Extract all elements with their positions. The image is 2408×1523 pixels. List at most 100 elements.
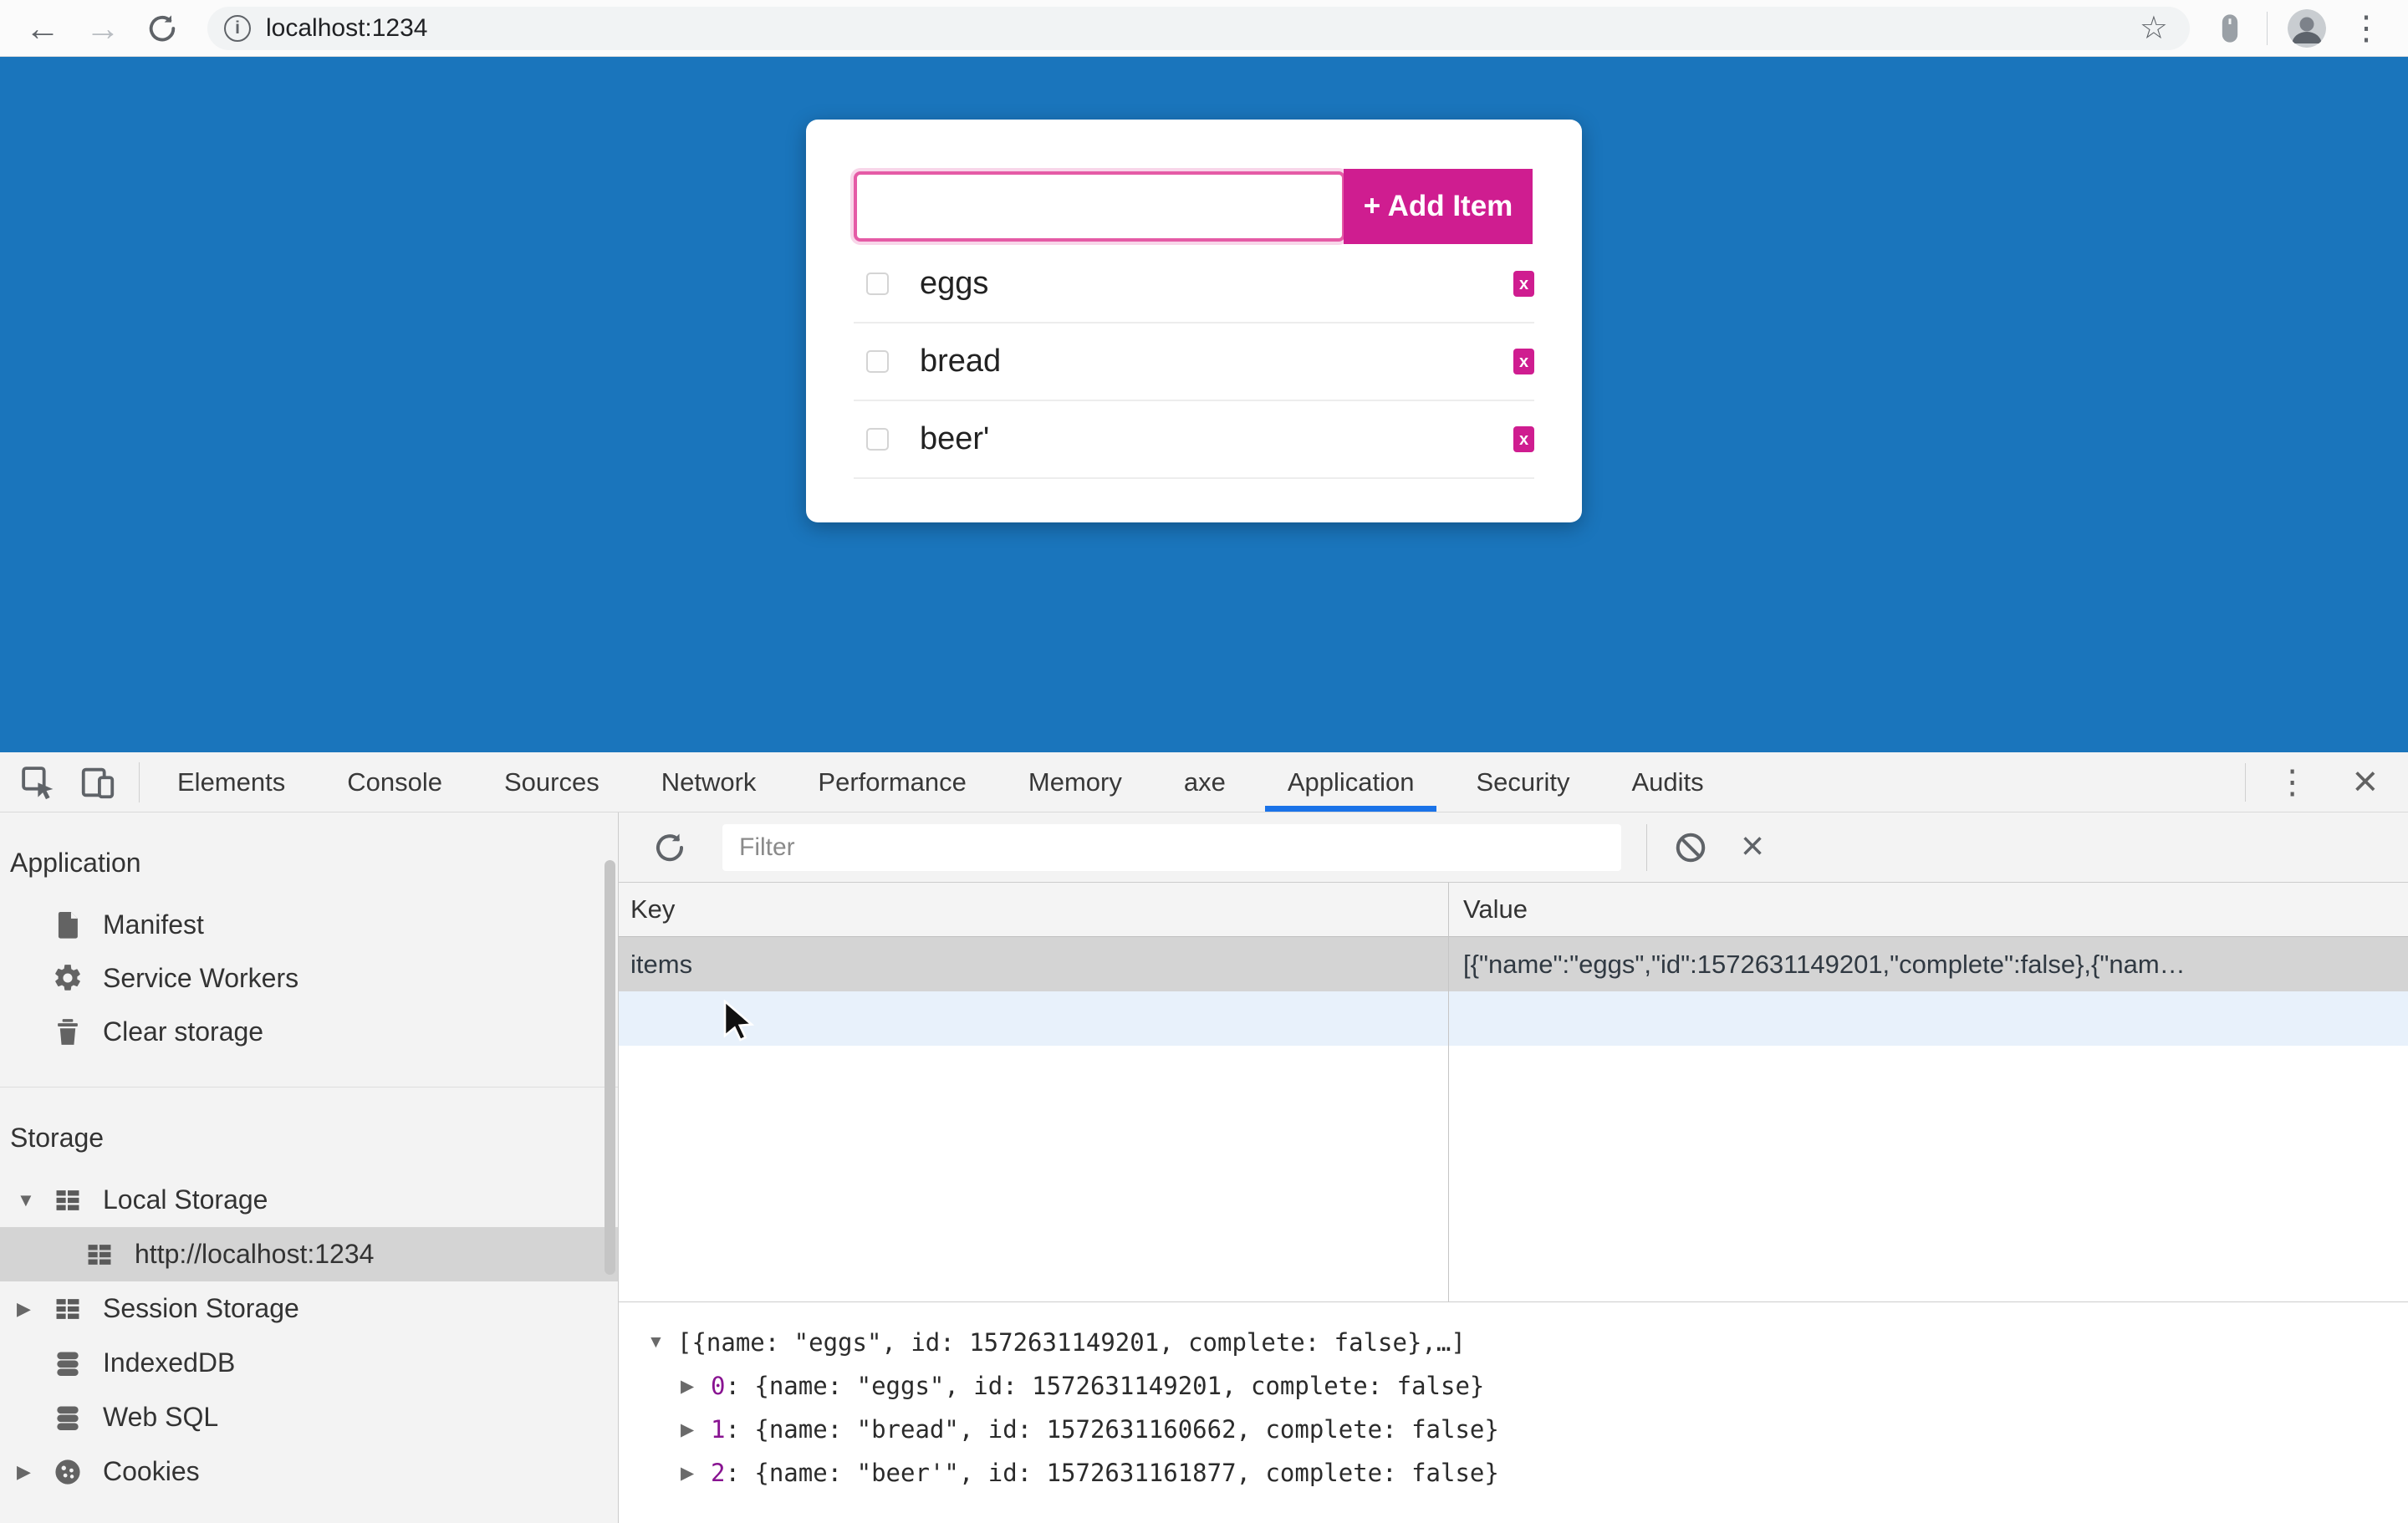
tab-network[interactable]: Network — [630, 752, 788, 812]
inspect-element-icon[interactable] — [18, 763, 57, 802]
toolbar-divider — [1646, 824, 1647, 871]
profile-avatar[interactable] — [2288, 9, 2326, 48]
reload-glyph — [145, 12, 179, 45]
sidebar-item-label: Service Workers — [103, 963, 298, 994]
sidebar-item-clear-storage[interactable]: Clear storage — [0, 1005, 618, 1058]
item-checkbox[interactable] — [866, 273, 889, 295]
add-item-row: + Add Item — [854, 169, 1534, 244]
block-icon[interactable] — [1672, 829, 1709, 866]
entry-index: 1 — [711, 1415, 725, 1444]
device-glyph — [79, 763, 117, 802]
tab-elements[interactable]: Elements — [146, 752, 316, 812]
mouse-cursor — [722, 1000, 761, 1043]
entry-index: 0 — [711, 1372, 725, 1400]
tab-security[interactable]: Security — [1445, 752, 1600, 812]
storage-section-title: Storage — [0, 1087, 618, 1173]
entry-index: 2 — [711, 1459, 725, 1487]
sidebar-item-service-workers[interactable]: Service Workers — [0, 951, 618, 1005]
sidebar-item-label: http://localhost:1234 — [135, 1239, 374, 1270]
item-label: beer' — [920, 421, 989, 457]
url-text: localhost:1234 — [266, 14, 2140, 43]
sidebar-item-label: IndexedDB — [103, 1347, 235, 1378]
column-divider[interactable] — [1448, 883, 1449, 1301]
sidebar-item-web-sql[interactable]: Web SQL — [0, 1390, 618, 1444]
twisty-collapsed-icon[interactable]: ▶ — [17, 1461, 52, 1483]
storage-panel: × Key Value items [{"name":"eggs","id":1… — [619, 812, 2408, 1523]
reload-icon[interactable] — [145, 12, 179, 45]
delete-item-button[interactable]: x — [1513, 426, 1534, 452]
storage-section: Storage ▼ Local Storage — [0, 1087, 618, 1499]
preview-root-line[interactable]: ▼ [{name: "eggs", id: 1572631149201, com… — [619, 1321, 2408, 1364]
value-preview-pane: ▼ [{name: "eggs", id: 1572631149201, com… — [619, 1301, 2408, 1523]
twisty-expanded-icon[interactable]: ▼ — [17, 1189, 52, 1211]
refresh-icon[interactable] — [652, 830, 687, 865]
address-bar[interactable]: i localhost:1234 ☆ — [207, 7, 2190, 50]
todo-list: eggs x bread x beer' x — [854, 246, 1534, 479]
cookie-icon — [52, 1456, 84, 1488]
sidebar-item-label: Local Storage — [103, 1184, 268, 1215]
value-column-header: Value — [1448, 894, 2408, 924]
device-toolbar-icon[interactable] — [79, 763, 117, 802]
filter-input[interactable] — [722, 824, 1621, 871]
sidebar-item-indexeddb[interactable]: IndexedDB — [0, 1336, 618, 1390]
preview-entry-line[interactable]: ▶ 0 : {name: "eggs", id: 1572631149201, … — [619, 1364, 2408, 1408]
manifest-document-icon — [52, 909, 84, 940]
tab-axe[interactable]: axe — [1153, 752, 1257, 812]
browser-toolbar: ← → i localhost:1234 ☆ ⋮ — [0, 0, 2408, 57]
tab-performance[interactable]: Performance — [787, 752, 997, 812]
table-row[interactable]: items [{"name":"eggs","id":1572631149201… — [619, 937, 2408, 991]
twisty-collapsed-icon[interactable]: ▶ — [17, 1298, 52, 1320]
item-checkbox[interactable] — [866, 428, 889, 451]
twisty-collapsed-icon[interactable]: ▶ — [681, 1376, 711, 1397]
devtools-tabs: Elements Console Sources Network Perform… — [146, 752, 1735, 812]
forward-icon[interactable]: → — [85, 11, 120, 46]
application-sidebar: Application Manifest Service Workers — [0, 812, 619, 1523]
twisty-collapsed-icon[interactable]: ▶ — [681, 1419, 711, 1440]
todo-item: beer' x — [854, 401, 1534, 479]
item-label: bread — [920, 344, 1001, 379]
delete-item-button[interactable]: x — [1513, 271, 1534, 297]
sidebar-item-label: Session Storage — [103, 1293, 299, 1324]
todo-item: bread x — [854, 323, 1534, 401]
item-checkbox[interactable] — [866, 350, 889, 373]
application-section-title: Application — [0, 812, 618, 898]
new-item-input[interactable] — [854, 171, 1345, 242]
sidebar-item-cookies[interactable]: ▶ Cookies — [0, 1444, 618, 1499]
sidebar-item-session-storage[interactable]: ▶ Session Storage — [0, 1281, 618, 1336]
storage-toolbar: × — [619, 812, 2408, 883]
add-item-button[interactable]: + Add Item — [1344, 169, 1533, 244]
devtools-close-icon[interactable]: × — [2353, 765, 2378, 800]
delete-item-button[interactable]: x — [1513, 349, 1534, 374]
table-filler — [619, 1046, 2408, 1301]
browser-menu-icon[interactable]: ⋮ — [2349, 9, 2383, 48]
sidebar-item-local-storage[interactable]: ▼ Local Storage — [0, 1173, 618, 1227]
extension-icon[interactable] — [2213, 10, 2247, 47]
bookmark-star-icon[interactable]: ☆ — [2140, 9, 2168, 47]
tab-console[interactable]: Console — [316, 752, 473, 812]
clear-icon[interactable]: × — [1741, 831, 1764, 863]
row-value: [{"name":"eggs","id":1572631149201,"comp… — [1448, 950, 2408, 980]
preview-entry-line[interactable]: ▶ 1 : {name: "bread", id: 1572631160662,… — [619, 1408, 2408, 1451]
todo-card: + Add Item eggs x bread x beer' x — [806, 120, 1582, 522]
devtools-menu-icon[interactable]: ⋮ — [2276, 763, 2309, 802]
sidebar-item-manifest[interactable]: Manifest — [0, 898, 618, 951]
table-row-empty[interactable] — [619, 991, 2408, 1046]
twisty-expanded-icon[interactable]: ▼ — [647, 1332, 677, 1352]
twisty-collapsed-icon[interactable]: ▶ — [681, 1463, 711, 1484]
controls-divider — [2245, 763, 2246, 802]
inspect-glyph — [18, 763, 57, 802]
tab-memory[interactable]: Memory — [997, 752, 1153, 812]
tab-sources[interactable]: Sources — [473, 752, 630, 812]
sidebar-item-localhost-origin[interactable]: http://localhost:1234 — [0, 1227, 618, 1281]
web-page: + Add Item eggs x bread x beer' x — [0, 57, 2408, 752]
tab-application[interactable]: Application — [1257, 752, 1446, 812]
item-label: eggs — [920, 266, 988, 302]
devtools-window-controls: ⋮ × — [2245, 763, 2408, 802]
sidebar-scrollbar[interactable] — [605, 860, 615, 1275]
preview-entry-line[interactable]: ▶ 2 : {name: "beer'", id: 1572631161877,… — [619, 1451, 2408, 1495]
back-icon[interactable]: ← — [25, 11, 60, 46]
site-info-icon[interactable]: i — [224, 15, 251, 42]
entry-text: : {name: "beer'", id: 1572631161877, com… — [725, 1459, 1498, 1487]
tab-audits[interactable]: Audits — [1600, 752, 1734, 812]
devtools-panel: Elements Console Sources Network Perform… — [0, 752, 2408, 1523]
